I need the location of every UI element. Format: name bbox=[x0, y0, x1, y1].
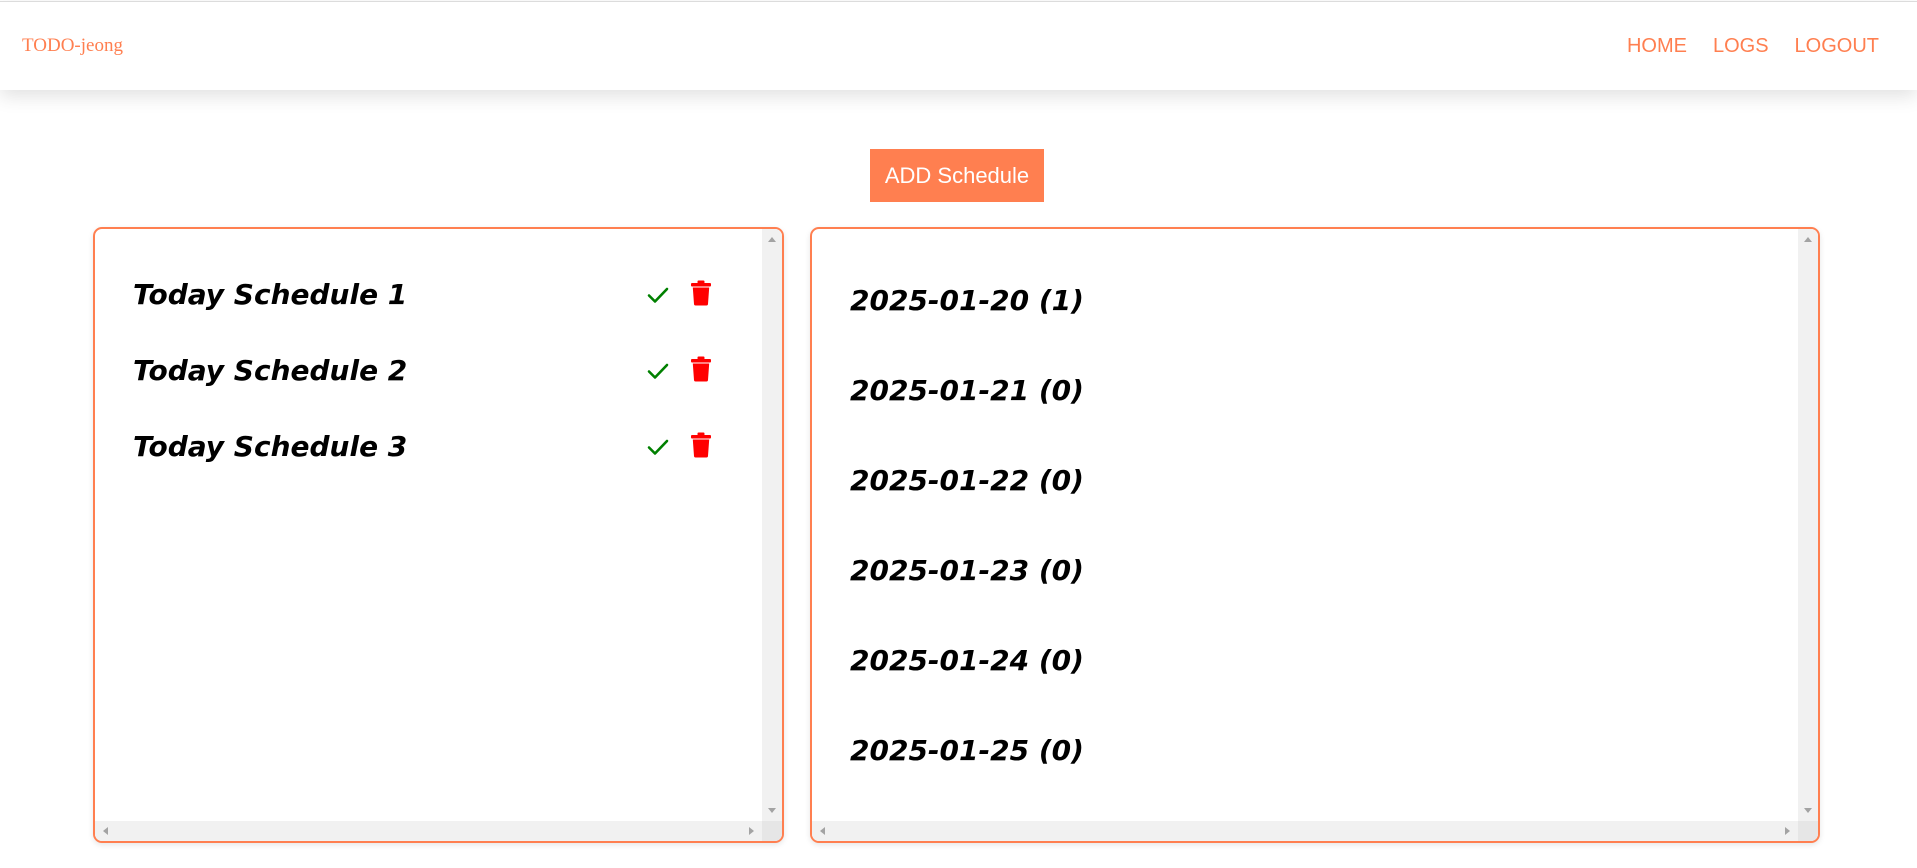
date-log-item[interactable]: 2025-01-25 (0) bbox=[850, 731, 1084, 771]
trash-icon[interactable] bbox=[690, 356, 712, 382]
schedule-item: Today Schedule 1 bbox=[133, 275, 713, 315]
scroll-right-arrow-icon[interactable] bbox=[1785, 827, 1790, 835]
scroll-up-arrow-icon[interactable] bbox=[768, 237, 776, 242]
nav-logout-link[interactable]: LOGOUT bbox=[1795, 35, 1879, 58]
horizontal-scrollbar[interactable] bbox=[812, 821, 1798, 841]
check-icon[interactable] bbox=[646, 283, 670, 307]
scroll-down-arrow-icon[interactable] bbox=[1804, 808, 1812, 813]
schedule-item: Today Schedule 2 bbox=[133, 351, 713, 391]
nav-logs-link[interactable]: LOGS bbox=[1713, 35, 1769, 58]
schedule-title: Today Schedule 3 bbox=[133, 430, 408, 463]
schedule-title: Today Schedule 2 bbox=[133, 354, 408, 387]
vertical-scrollbar[interactable] bbox=[762, 229, 782, 821]
horizontal-scrollbar[interactable] bbox=[95, 821, 762, 841]
date-log-panel: 2025-01-20 (1) 2025-01-21 (0) 2025-01-22… bbox=[810, 227, 1820, 843]
nav-links: HOME LOGS LOGOUT bbox=[1627, 35, 1879, 58]
brand-link[interactable]: TODO-jeong bbox=[22, 35, 123, 57]
schedule-item: Today Schedule 3 bbox=[133, 427, 713, 467]
scroll-left-arrow-icon[interactable] bbox=[820, 827, 825, 835]
vertical-scrollbar[interactable] bbox=[1798, 229, 1818, 821]
trash-icon[interactable] bbox=[690, 280, 712, 306]
today-schedule-panel: Today Schedule 1 Today Schedule 2 Today … bbox=[93, 227, 784, 843]
scroll-down-arrow-icon[interactable] bbox=[768, 808, 776, 813]
date-log-item[interactable]: 2025-01-23 (0) bbox=[850, 551, 1084, 591]
scrollbar-corner bbox=[1798, 821, 1818, 841]
check-icon[interactable] bbox=[646, 359, 670, 383]
check-icon[interactable] bbox=[646, 435, 670, 459]
add-schedule-button[interactable]: ADD Schedule bbox=[870, 149, 1044, 202]
scroll-left-arrow-icon[interactable] bbox=[103, 827, 108, 835]
schedule-title: Today Schedule 1 bbox=[133, 278, 408, 311]
scroll-right-arrow-icon[interactable] bbox=[749, 827, 754, 835]
trash-icon[interactable] bbox=[690, 432, 712, 458]
date-log-item[interactable]: 2025-01-24 (0) bbox=[850, 641, 1084, 681]
top-navbar: TODO-jeong HOME LOGS LOGOUT bbox=[0, 1, 1917, 90]
date-log-item[interactable]: 2025-01-21 (0) bbox=[850, 371, 1084, 411]
scroll-up-arrow-icon[interactable] bbox=[1804, 237, 1812, 242]
date-log-item[interactable]: 2025-01-22 (0) bbox=[850, 461, 1084, 501]
scrollbar-corner bbox=[762, 821, 782, 841]
date-log-item[interactable]: 2025-01-20 (1) bbox=[850, 281, 1084, 321]
nav-home-link[interactable]: HOME bbox=[1627, 35, 1687, 58]
